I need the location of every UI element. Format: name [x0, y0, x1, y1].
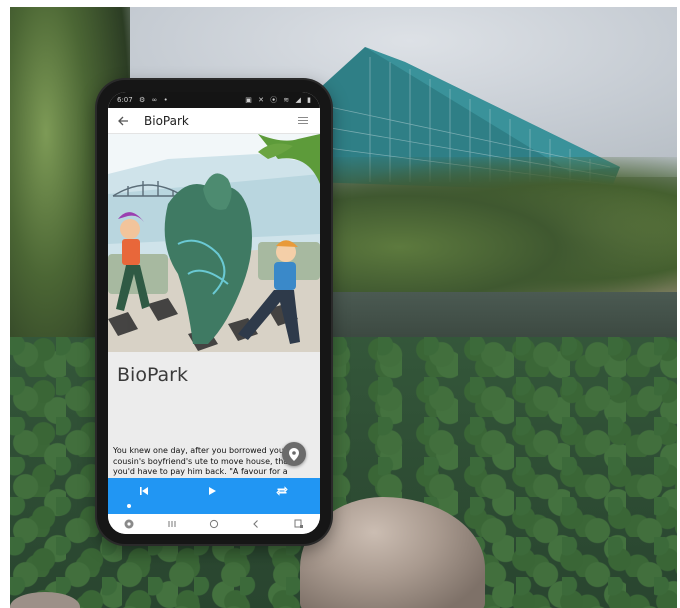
map-pin-icon — [289, 447, 299, 461]
play-icon — [209, 487, 216, 495]
assistant-icon[interactable] — [119, 516, 139, 532]
skip-previous-button[interactable] — [135, 482, 153, 500]
voicemail-icon: ∞ — [151, 96, 158, 104]
story-content: BioPark You knew one day, after you borr… — [108, 352, 320, 478]
repeat-button[interactable] — [273, 482, 291, 500]
settings-icon: ⚙ — [138, 96, 146, 104]
signal-icon: ◢ — [295, 96, 301, 104]
status-bar: 6:07 ⚙ ∞ • ▣ ✕ ⦿ ≋ ◢ ▮ — [108, 92, 320, 108]
story-title: BioPark — [117, 364, 188, 386]
home-icon[interactable] — [204, 516, 224, 532]
app-bar: BioPark — [108, 108, 320, 134]
map-pin-button[interactable] — [282, 442, 306, 466]
status-time: 6:07 — [117, 96, 133, 104]
story-illustration — [108, 134, 320, 352]
vibrate-icon: ▣ — [245, 96, 252, 104]
status-left: 6:07 ⚙ ∞ • — [117, 96, 172, 104]
progress-indicator[interactable] — [127, 504, 131, 508]
phone: 6:07 ⚙ ∞ • ▣ ✕ ⦿ ≋ ◢ ▮ BioPark BioPark Y… — [97, 80, 331, 544]
wifi-icon: ≋ — [283, 96, 290, 104]
audio-player-bar — [108, 478, 320, 514]
back-arrow-icon[interactable] — [114, 112, 132, 130]
location-icon: ⦿ — [270, 96, 278, 104]
dot-icon: • — [163, 96, 168, 104]
play-button[interactable] — [203, 482, 221, 500]
phone-screen: 6:07 ⚙ ∞ • ▣ ✕ ⦿ ≋ ◢ ▮ BioPark BioPark Y… — [108, 92, 320, 534]
screenshot-icon[interactable] — [289, 516, 309, 532]
menu-icon[interactable] — [298, 113, 314, 129]
back-icon[interactable] — [246, 516, 266, 532]
system-nav-bar — [108, 514, 320, 534]
battery-icon: ▮ — [307, 96, 311, 104]
page-title: BioPark — [144, 113, 189, 128]
recents-icon[interactable] — [162, 516, 182, 532]
skip-previous-icon — [140, 487, 148, 495]
repeat-icon — [276, 486, 288, 496]
shrubs — [330, 157, 677, 307]
mute-icon: ✕ — [258, 96, 264, 104]
status-right: ▣ ✕ ⦿ ≋ ◢ ▮ — [245, 95, 311, 105]
